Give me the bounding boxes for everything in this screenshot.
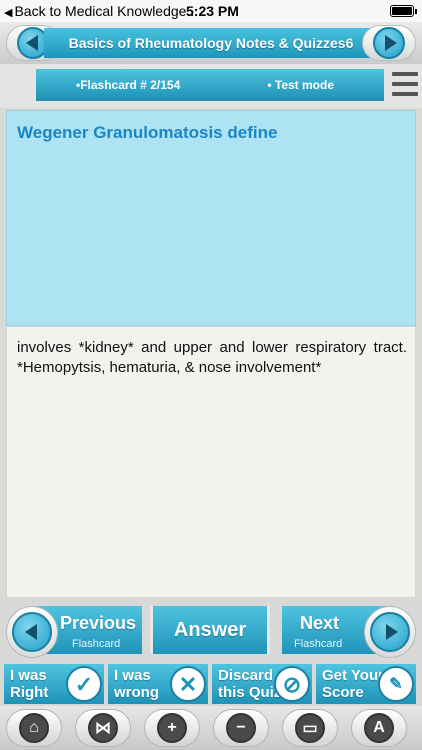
- action-row: I was Right ✓ I was wrong ✕ Discard this…: [0, 662, 422, 706]
- discard-quiz-label: Discard this Quiz: [218, 667, 282, 701]
- share-button[interactable]: ⋈: [75, 709, 131, 747]
- info-bar-container: •Flashcard # 2/154 • Test mode: [0, 64, 422, 108]
- score-icon: ✎: [378, 666, 414, 702]
- next-sublabel: Flashcard: [294, 638, 343, 650]
- clock: 5:23 PM: [186, 3, 239, 19]
- flashcard-counter: •Flashcard # 2/154: [76, 78, 181, 92]
- right-arrow-icon: [370, 612, 410, 652]
- answer-panel: involves *kidney* and upper and lower re…: [6, 326, 416, 598]
- answer-button[interactable]: Answer: [150, 606, 270, 654]
- previous-label: Previous: [60, 613, 137, 633]
- zoom-out-icon: −: [226, 713, 256, 743]
- menu-icon[interactable]: [392, 70, 418, 100]
- answer-text: involves *kidney* and upper and lower re…: [17, 339, 407, 376]
- whiteboard-button[interactable]: ▭: [282, 709, 338, 747]
- back-label: Back to Medical Knowledge...: [14, 3, 199, 19]
- no-icon: ⊘: [274, 666, 310, 702]
- bottom-toolbar: ⌂ ⋈ + − ▭ A: [0, 706, 422, 750]
- question-text: Wegener Granulomatosis define: [17, 123, 278, 142]
- status-bar: ◀ Back to Medical Knowledge... 5:23 PM: [0, 0, 422, 22]
- home-icon: ⌂: [19, 713, 49, 743]
- info-bar: •Flashcard # 2/154 • Test mode: [36, 69, 384, 101]
- next-circle-button[interactable]: [364, 606, 416, 658]
- next-label: Next: [300, 613, 340, 633]
- page-title: Basics of Rheumatology Notes & Quizzes6: [44, 28, 378, 58]
- forward-button[interactable]: [362, 25, 416, 61]
- check-icon: ✓: [66, 666, 102, 702]
- zoom-in-icon: +: [157, 713, 187, 743]
- back-to-app-link[interactable]: ◀ Back to Medical Knowledge...: [4, 3, 198, 19]
- font-size-button[interactable]: A: [351, 709, 407, 747]
- zoom-in-button[interactable]: +: [144, 709, 200, 747]
- previous-sublabel: Flashcard: [72, 638, 121, 650]
- navigation-row: Previous Flashcard Answer Next Flashcard: [0, 600, 422, 660]
- i-was-wrong-button[interactable]: I was wrong ✕: [108, 664, 208, 704]
- home-button[interactable]: ⌂: [6, 709, 62, 747]
- battery-icon: [390, 5, 417, 17]
- zoom-out-button[interactable]: −: [213, 709, 269, 747]
- title-bar: Basics of Rheumatology Notes & Quizzes6: [0, 22, 422, 64]
- previous-circle-button[interactable]: [6, 606, 58, 658]
- left-arrow-icon: [12, 612, 52, 652]
- share-icon: ⋈: [88, 713, 118, 743]
- i-was-right-button[interactable]: I was Right ✓: [4, 664, 104, 704]
- get-score-label: Get Your Score: [322, 667, 384, 701]
- font-icon: A: [364, 713, 394, 743]
- whiteboard-icon: ▭: [295, 713, 325, 743]
- mode-label: • Test mode: [267, 78, 334, 92]
- question-panel: Wegener Granulomatosis define: [6, 110, 416, 326]
- i-was-right-label: I was Right: [10, 667, 49, 701]
- back-arrow-icon: ◀: [4, 7, 13, 19]
- discard-quiz-button[interactable]: Discard this Quiz ⊘: [212, 664, 312, 704]
- x-icon: ✕: [170, 666, 206, 702]
- right-arrow-icon: [373, 27, 405, 59]
- get-score-button[interactable]: Get Your Score ✎: [316, 664, 416, 704]
- i-was-wrong-label: I was wrong: [114, 667, 159, 701]
